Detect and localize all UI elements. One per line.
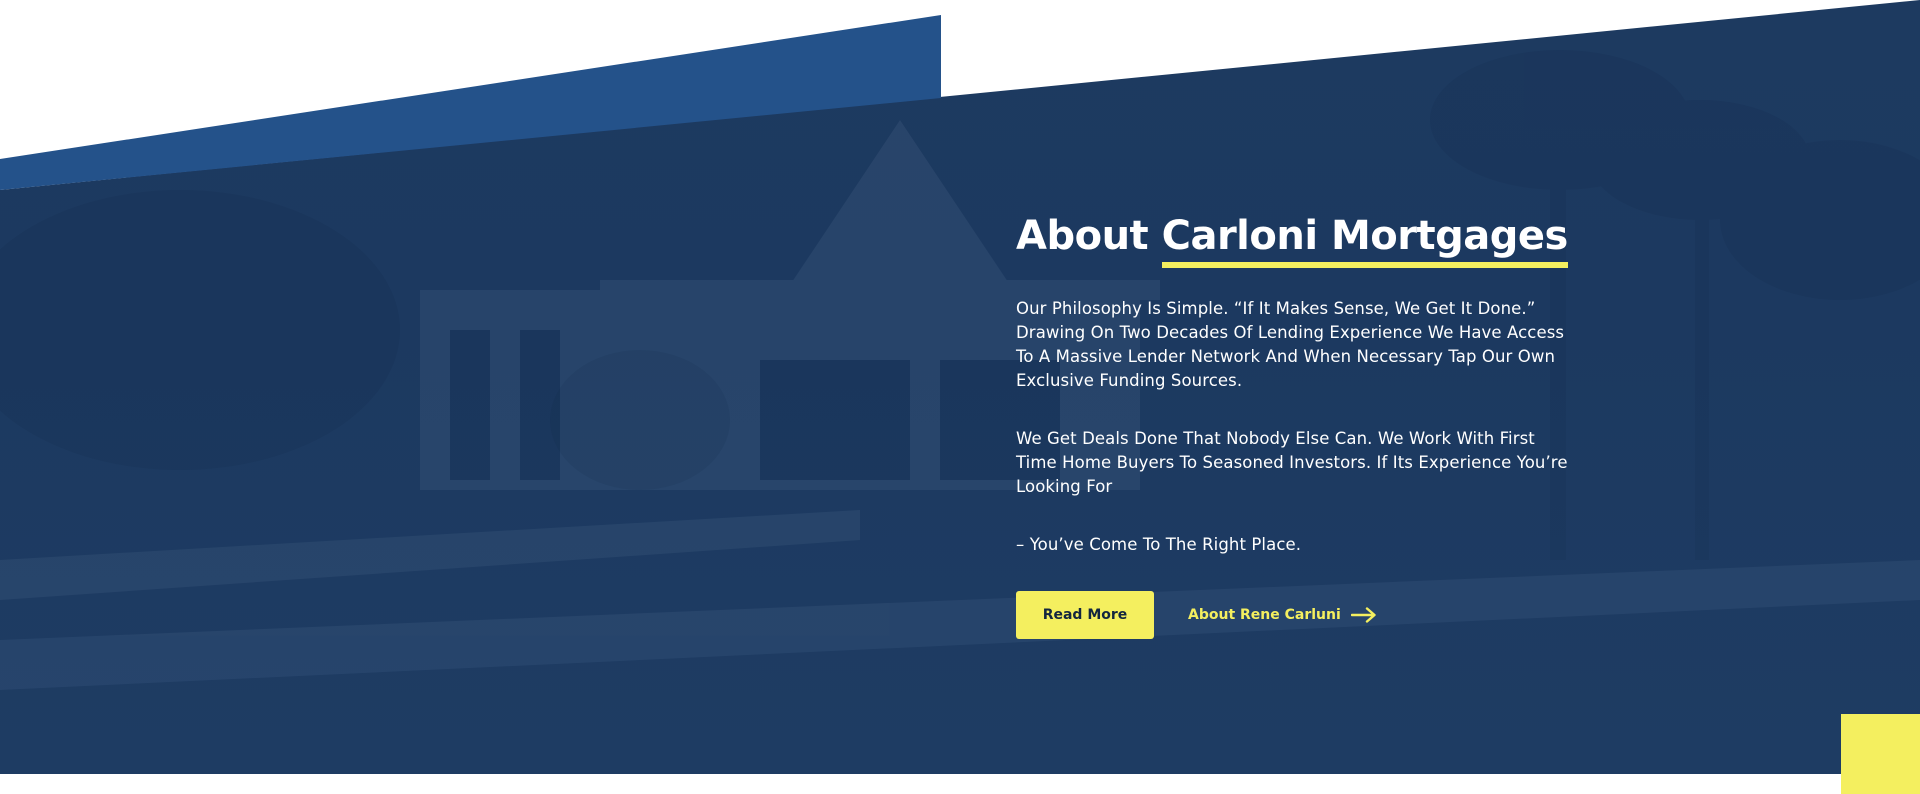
about-rene-link[interactable]: About Rene Carluni (1188, 607, 1377, 623)
deals-paragraph: We Get Deals Done That Nobody Else Can. … (1016, 429, 1568, 496)
closing-paragraph: – You’ve Come To The Right Place. (1016, 535, 1302, 554)
action-row: Read More About Rene Carluni (1016, 591, 1576, 639)
read-more-button[interactable]: Read More (1016, 591, 1154, 639)
philosophy-paragraph: Our Philosophy Is Simple. “If It Makes S… (1016, 299, 1565, 390)
about-section: About Carloni Mortgages Our Philosophy I… (0, 0, 1920, 794)
about-content: About Carloni Mortgages Our Philosophy I… (1016, 205, 1576, 639)
about-rene-link-label: About Rene Carluni (1188, 607, 1341, 623)
title-prefix: About (1016, 213, 1149, 259)
title-highlight: Carloni Mortgages (1161, 210, 1568, 268)
arrow-right-icon (1350, 607, 1377, 623)
corner-accent-square (1841, 714, 1920, 794)
section-title: About Carloni Mortgages (1016, 205, 1576, 268)
